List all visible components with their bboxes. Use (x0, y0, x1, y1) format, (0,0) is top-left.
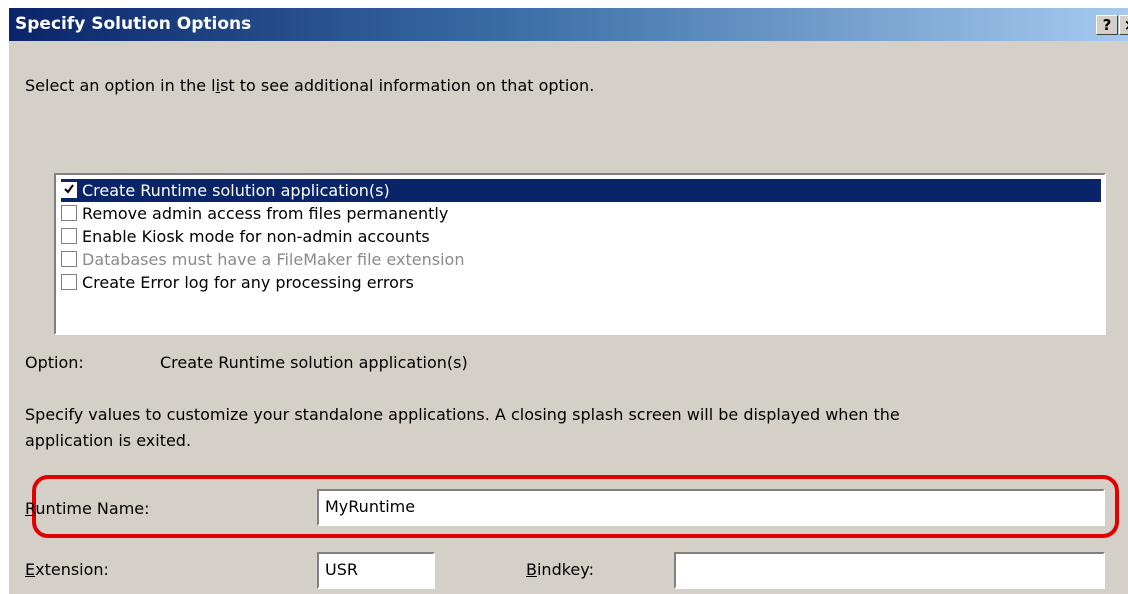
option-item-label: Remove admin access from files permanent… (82, 204, 449, 223)
option-value: Create Runtime solution application(s) (160, 353, 468, 372)
specify-solution-options-dialog: Specify Solution Options ? × Select an o… (9, 8, 1128, 594)
option-item-label: Databases must have a FileMaker file ext… (82, 250, 465, 269)
description-line-1: Specify values to customize your standal… (25, 405, 900, 424)
option-item-label: Create Error log for any processing erro… (82, 273, 414, 292)
help-button[interactable]: ? (1096, 15, 1118, 35)
option-item: Databases must have a FileMaker file ext… (61, 248, 1101, 271)
option-item[interactable]: Create Runtime solution application(s) (61, 179, 1101, 202)
option-label: Option: (25, 353, 84, 372)
checkbox-icon[interactable] (61, 274, 77, 290)
bindkey-label: Bindkey: (526, 560, 594, 579)
extension-label: Extension: (25, 560, 109, 579)
extension-input[interactable]: USR (317, 552, 435, 589)
runtime-name-label: Runtime Name: (25, 499, 150, 518)
checkbox-checked-icon[interactable] (61, 182, 77, 198)
option-item[interactable]: Enable Kiosk mode for non-admin accounts (61, 225, 1101, 248)
instructions-text: Select an option in the list to see addi… (25, 76, 595, 95)
title-bar[interactable]: Specify Solution Options ? × (9, 8, 1128, 41)
option-item[interactable]: Create Error log for any processing erro… (61, 271, 1101, 294)
dialog-title: Specify Solution Options (15, 14, 252, 34)
option-item-label: Enable Kiosk mode for non-admin accounts (82, 227, 430, 246)
option-item[interactable]: Remove admin access from files permanent… (61, 202, 1101, 225)
description-line-2: application is exited. (25, 431, 192, 450)
checkbox-icon (61, 251, 77, 267)
runtime-name-input[interactable]: MyRuntime (317, 489, 1105, 526)
bindkey-input[interactable] (674, 552, 1105, 589)
checkbox-icon[interactable] (61, 205, 77, 221)
close-button[interactable]: × (1119, 15, 1128, 35)
options-checklist[interactable]: Create Runtime solution application(s) Re… (54, 173, 1106, 335)
option-item-label: Create Runtime solution application(s) (82, 181, 390, 200)
checkbox-icon[interactable] (61, 228, 77, 244)
